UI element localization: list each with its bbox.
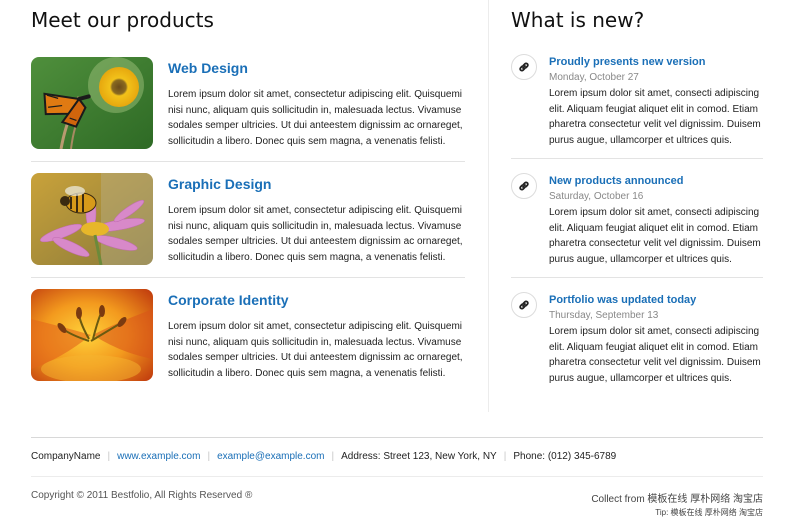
email-link[interactable]: example@example.com — [217, 451, 324, 462]
footer-contact: CompanyName | www.example.com | example@… — [31, 451, 616, 462]
divider — [511, 158, 763, 159]
news-date: Saturday, October 16 — [549, 191, 644, 202]
news-date: Thursday, September 13 — [549, 310, 659, 321]
news-title[interactable]: Portfolio was updated today — [549, 294, 696, 306]
news-heading: What is new? — [511, 8, 645, 32]
product-title[interactable]: Web Design — [168, 60, 248, 76]
separator: | — [331, 451, 335, 462]
product-title[interactable]: Graphic Design — [168, 176, 271, 192]
collect-from[interactable]: Collect from 模板在线 厚朴网络 淘宝店 — [591, 490, 763, 505]
address: Address: Street 123, New York, NY — [341, 451, 497, 462]
separator: | — [107, 451, 111, 462]
products-heading: Meet our products — [31, 8, 214, 32]
divider — [31, 277, 465, 278]
separator: | — [503, 451, 507, 462]
divider — [31, 161, 465, 162]
company-name: CompanyName — [31, 451, 101, 462]
news-date: Monday, October 27 — [549, 72, 639, 83]
phone: Phone: (012) 345-6789 — [513, 451, 617, 462]
footer-divider — [31, 476, 763, 477]
column-divider — [488, 0, 489, 412]
news-text: Lorem ipsum dolor sit amet, consecti adi… — [549, 88, 761, 146]
product-title[interactable]: Corporate Identity — [168, 292, 289, 308]
tip-text: Tip: 模板在线 厚朴网络 淘宝店 — [655, 508, 763, 517]
product-description: Lorem ipsum dolor sit amet, consectetur … — [168, 321, 463, 379]
separator: | — [207, 451, 211, 462]
copyright: Copyright © 2011 Bestfolio, All Rights R… — [31, 490, 253, 501]
news-text: Lorem ipsum dolor sit amet, consecti adi… — [549, 207, 761, 265]
link-icon[interactable] — [511, 292, 537, 318]
product-image-graphic-design[interactable] — [31, 173, 153, 265]
link-icon[interactable] — [511, 173, 537, 199]
news-title[interactable]: New products announced — [549, 175, 683, 187]
news-title[interactable]: Proudly presents new version — [549, 56, 706, 68]
divider — [511, 277, 763, 278]
news-text: Lorem ipsum dolor sit amet, consecti adi… — [549, 326, 761, 384]
website-link[interactable]: www.example.com — [117, 451, 200, 462]
footer-divider — [31, 437, 763, 438]
product-description: Lorem ipsum dolor sit amet, consectetur … — [168, 89, 463, 147]
product-description: Lorem ipsum dolor sit amet, consectetur … — [168, 205, 463, 263]
link-icon[interactable] — [511, 54, 537, 80]
product-image-corporate-identity[interactable] — [31, 289, 153, 381]
product-image-web-design[interactable] — [31, 57, 153, 149]
